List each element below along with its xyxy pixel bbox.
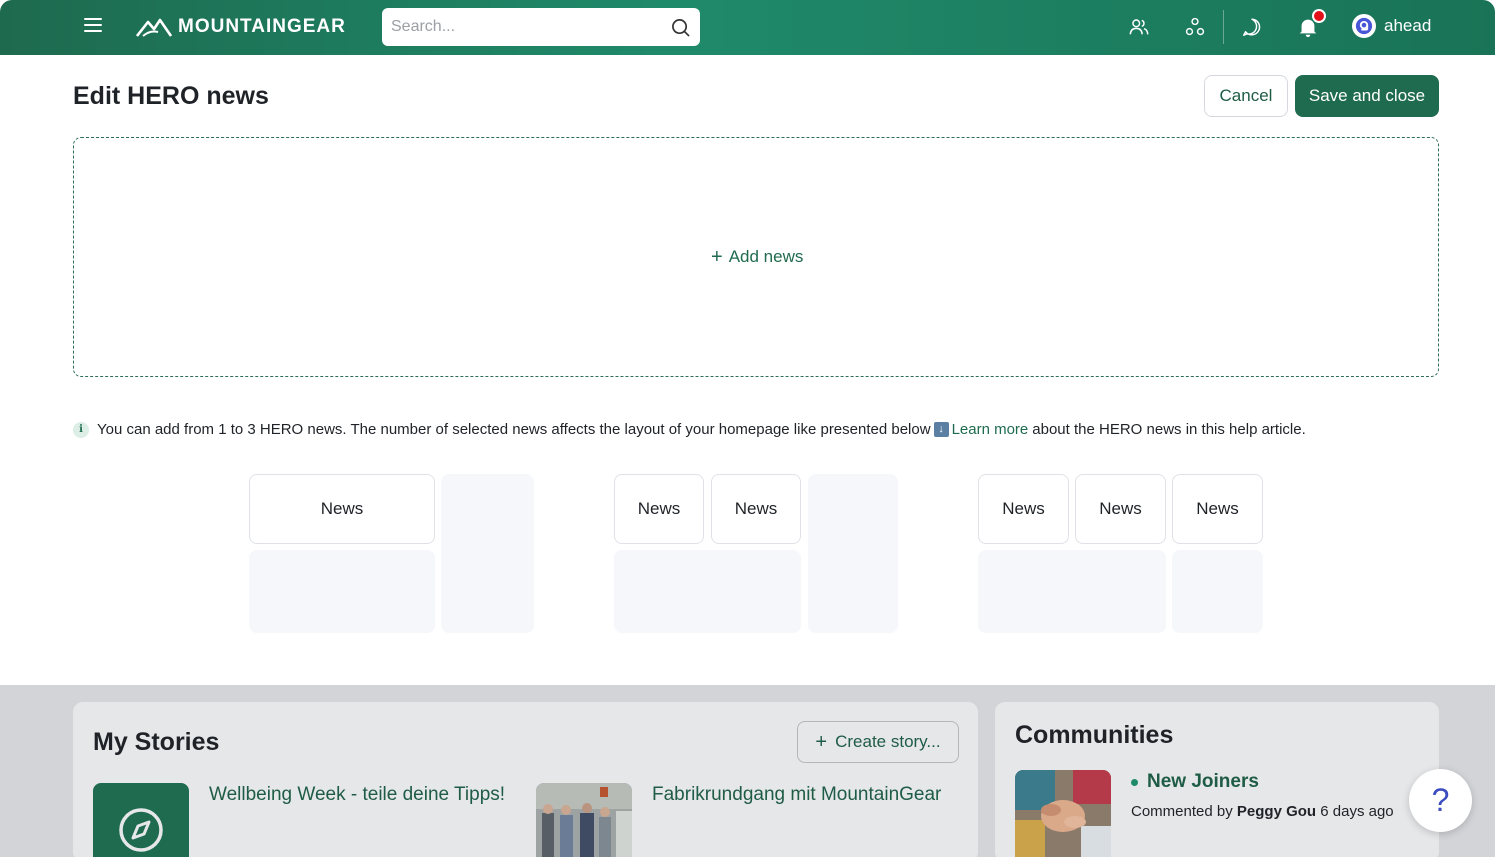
toolbar-divider bbox=[1223, 10, 1224, 44]
community-photo bbox=[1015, 770, 1111, 857]
user-avatar-icon bbox=[1355, 17, 1373, 35]
info-message: i You can add from 1 to 3 HERO news. The… bbox=[73, 421, 1306, 438]
page-title: Edit HERO news bbox=[73, 82, 269, 110]
help-button[interactable]: ? bbox=[1409, 769, 1472, 832]
preview-placeholder bbox=[1172, 550, 1263, 633]
arrow-down-icon: ↓ bbox=[933, 422, 949, 437]
cancel-button[interactable]: Cancel bbox=[1204, 75, 1288, 117]
search-icon[interactable] bbox=[671, 18, 690, 37]
menu-icon[interactable] bbox=[84, 18, 102, 36]
info-text-after: about the HERO news in this help article… bbox=[1032, 421, 1306, 438]
plus-icon: + bbox=[711, 246, 723, 268]
story-thumbnail[interactable] bbox=[536, 783, 632, 857]
top-navigation-bar: MOUNTAINGEAR ahead bbox=[0, 0, 1495, 55]
community-thumbnail[interactable] bbox=[1015, 770, 1111, 857]
add-news-button[interactable]: + Add news bbox=[711, 247, 803, 267]
preview-placeholder bbox=[441, 474, 534, 633]
people-icon[interactable] bbox=[1128, 16, 1150, 38]
status-dot bbox=[1131, 778, 1138, 786]
community-activity: Commented by Peggy Gou 6 days ago bbox=[1131, 803, 1394, 820]
preview-news-slot: News bbox=[711, 474, 801, 544]
search-input[interactable] bbox=[382, 8, 652, 46]
preview-news-slot: News bbox=[1075, 474, 1166, 544]
preview-placeholder bbox=[249, 550, 435, 633]
activity-prefix: Commented by bbox=[1131, 803, 1233, 820]
info-text-before: You can add from 1 to 3 HERO news. The n… bbox=[97, 421, 931, 438]
story-title-link[interactable]: Wellbeing Week - teile deine Tipps! bbox=[209, 784, 505, 806]
user-menu[interactable]: ahead bbox=[1352, 14, 1431, 38]
add-news-label: Add news bbox=[728, 247, 804, 266]
create-story-label: Create story... bbox=[835, 732, 941, 751]
brand-name: MOUNTAINGEAR bbox=[178, 16, 346, 37]
preview-placeholder bbox=[978, 550, 1166, 633]
notification-badge bbox=[1312, 9, 1326, 23]
user-name: ahead bbox=[1384, 16, 1432, 35]
save-and-close-button[interactable]: Save and close bbox=[1295, 75, 1439, 117]
preview-placeholder bbox=[808, 474, 898, 633]
create-story-button[interactable]: + Create story... bbox=[797, 721, 959, 763]
info-icon: i bbox=[73, 421, 89, 438]
learn-more-link[interactable]: Learn more bbox=[952, 421, 1029, 438]
communities-icon[interactable] bbox=[1184, 16, 1206, 38]
avatar bbox=[1352, 14, 1376, 38]
search-box bbox=[382, 8, 700, 46]
story-title-link[interactable]: Fabrikrundgang mit MountainGear bbox=[652, 784, 941, 806]
community-name: New Joiners bbox=[1147, 771, 1259, 792]
factory-tour-photo bbox=[536, 783, 632, 857]
story-thumbnail[interactable] bbox=[93, 783, 189, 857]
communities-title: Communities bbox=[1015, 721, 1174, 749]
compass-icon bbox=[119, 808, 163, 852]
my-stories-title: My Stories bbox=[93, 728, 220, 756]
brand-logo[interactable]: MOUNTAINGEAR bbox=[136, 14, 346, 40]
chat-icon[interactable] bbox=[1241, 16, 1263, 38]
preview-news-slot: News bbox=[978, 474, 1069, 544]
preview-news-slot: News bbox=[1172, 474, 1263, 544]
preview-news-slot: News bbox=[614, 474, 704, 544]
mountain-logo-icon bbox=[136, 18, 172, 37]
plus-icon: + bbox=[815, 730, 828, 753]
activity-author[interactable]: Peggy Gou bbox=[1237, 803, 1316, 820]
preview-news-slot: News bbox=[249, 474, 435, 544]
community-name-link[interactable]: New Joiners bbox=[1131, 771, 1259, 793]
activity-time: 6 days ago bbox=[1320, 803, 1394, 820]
preview-placeholder bbox=[614, 550, 801, 633]
